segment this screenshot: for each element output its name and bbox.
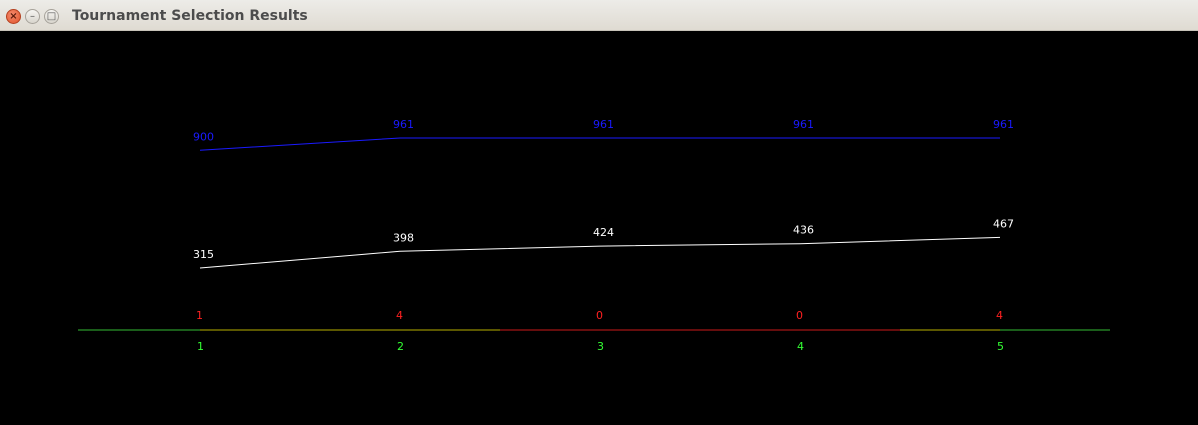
data-label: 961 bbox=[393, 118, 414, 131]
data-label: 961 bbox=[593, 118, 614, 131]
series-line bbox=[199, 236, 1001, 269]
marker-label: 4 bbox=[396, 309, 403, 322]
minimize-button[interactable]: – bbox=[25, 9, 40, 24]
data-label: 900 bbox=[193, 130, 214, 143]
x-tick-label: 4 bbox=[797, 340, 804, 353]
data-label: 961 bbox=[793, 118, 814, 131]
data-label: 961 bbox=[993, 118, 1014, 131]
marker-label: 0 bbox=[596, 309, 603, 322]
chart-canvas: 900 961 961 961 961 315 398 424 436 467 1 4 0 0 4 1 2 3 4 5 bbox=[0, 31, 1198, 425]
minimize-icon: – bbox=[30, 10, 35, 22]
marker-label: 4 bbox=[996, 309, 1003, 322]
data-label: 424 bbox=[593, 226, 614, 239]
data-label: 315 bbox=[193, 248, 214, 261]
window-title: Tournament Selection Results bbox=[72, 8, 308, 24]
x-tick-label: 5 bbox=[997, 340, 1004, 353]
series-line bbox=[199, 137, 1000, 151]
title-bar[interactable]: × – □ Tournament Selection Results bbox=[0, 0, 1198, 31]
x-tick-label: 3 bbox=[597, 340, 604, 353]
close-icon: × bbox=[9, 10, 18, 22]
marker-label: 0 bbox=[796, 309, 803, 322]
close-button[interactable]: × bbox=[6, 9, 21, 24]
app-window: × – □ Tournament Selection Results 900 96… bbox=[0, 0, 1198, 425]
x-tick-label: 2 bbox=[397, 340, 404, 353]
maximize-icon: □ bbox=[46, 10, 57, 22]
data-label: 467 bbox=[993, 217, 1014, 230]
data-label: 436 bbox=[793, 224, 814, 237]
data-label: 398 bbox=[393, 231, 414, 244]
marker-label: 1 bbox=[196, 309, 203, 322]
maximize-button[interactable]: □ bbox=[44, 9, 59, 24]
x-tick-label: 1 bbox=[197, 340, 204, 353]
chart: 900 961 961 961 961 315 398 424 436 467 1 4 0 0 4 1 2 3 4 5 bbox=[78, 118, 1110, 353]
